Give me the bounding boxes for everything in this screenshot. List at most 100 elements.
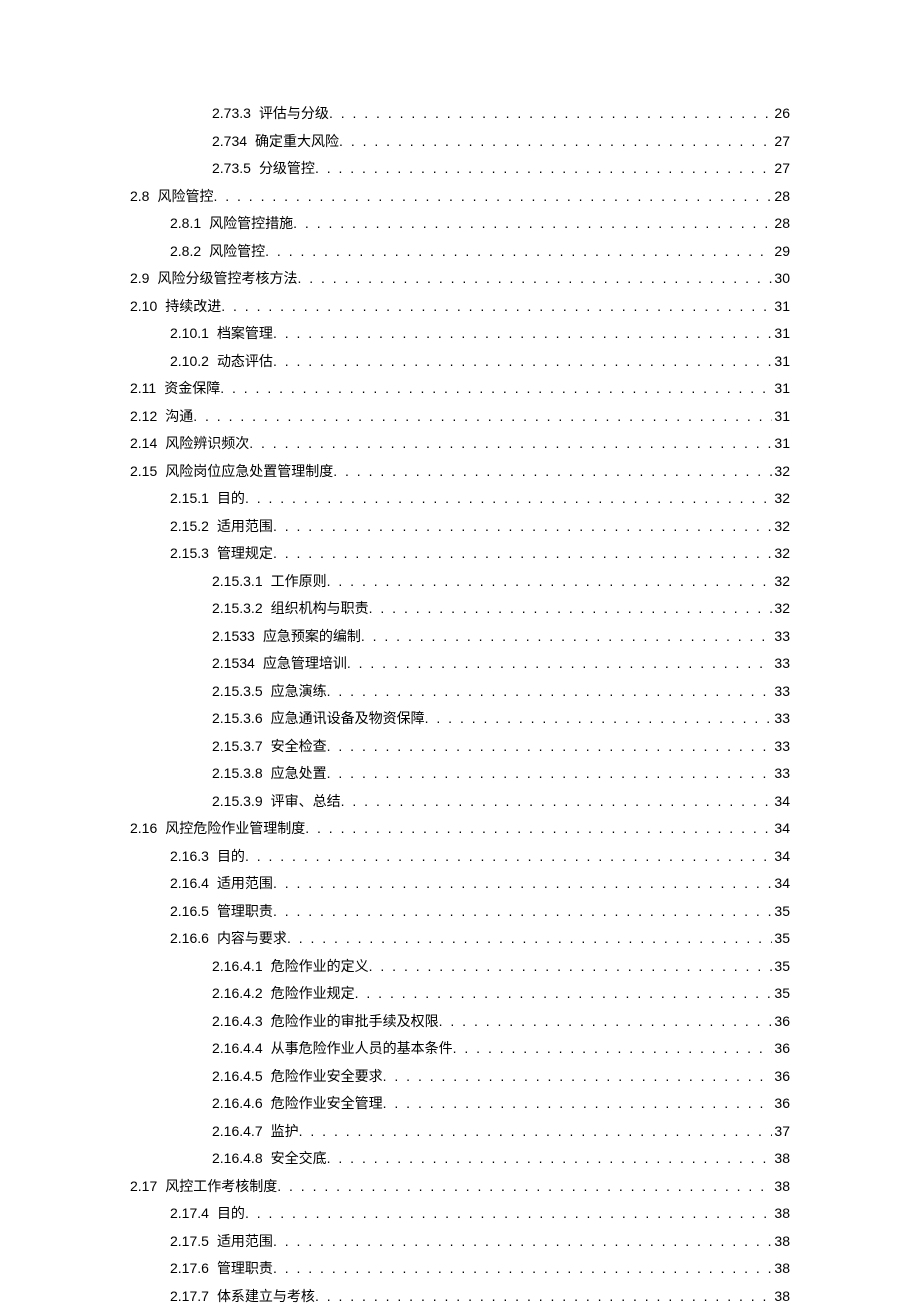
- toc-entry-title: 目的: [217, 843, 245, 871]
- toc-entry[interactable]: 2.1533应急预案的编制. . . . . . . . . . . . . .…: [212, 623, 790, 651]
- toc-entry[interactable]: 2.16.4.4从事危险作业人员的基本条件. . . . . . . . . .…: [212, 1035, 790, 1063]
- toc-entry[interactable]: 2.15.3.8应急处置. . . . . . . . . . . . . . …: [212, 760, 790, 788]
- toc-entry[interactable]: 2.10.1档案管理. . . . . . . . . . . . . . . …: [170, 320, 790, 348]
- toc-entry[interactable]: 2.1534 应急管理培训. . . . . . . . . . . . . . …: [212, 650, 790, 678]
- toc-entry[interactable]: 2.16.4.8安全交底. . . . . . . . . . . . . . …: [212, 1145, 790, 1173]
- toc-entry-title: 资金保障: [164, 375, 220, 403]
- toc-entry[interactable]: 2.17.7体系建立与考核. . . . . . . . . . . . . .…: [170, 1283, 790, 1310]
- toc-entry[interactable]: 2.16.6内容与要求. . . . . . . . . . . . . . .…: [170, 925, 790, 953]
- toc-entry[interactable]: 2.15.3.9评审、总结. . . . . . . . . . . . . .…: [212, 788, 790, 816]
- toc-entry-number: 2.1534: [212, 650, 255, 678]
- toc-leader-dots: . . . . . . . . . . . . . . . . . . . . …: [327, 1145, 773, 1173]
- toc-leader-dots: . . . . . . . . . . . . . . . . . . . . …: [329, 100, 772, 128]
- toc-leader-dots: . . . . . . . . . . . . . . . . . . . . …: [439, 1008, 773, 1036]
- toc-entry[interactable]: 2.16.4.2危险作业规定. . . . . . . . . . . . . …: [212, 980, 790, 1008]
- toc-entry-number: 2.15.3.6: [212, 705, 263, 733]
- toc-entry[interactable]: 2.17.6管理职责. . . . . . . . . . . . . . . …: [170, 1255, 790, 1283]
- toc-entry[interactable]: 2.15.2适用范围. . . . . . . . . . . . . . . …: [170, 513, 790, 541]
- toc-entry-page: 27: [772, 128, 790, 156]
- toc-leader-dots: . . . . . . . . . . . . . . . . . . . . …: [221, 293, 772, 321]
- toc-entry[interactable]: 2.17风控工作考核制度. . . . . . . . . . . . . . …: [130, 1173, 790, 1201]
- toc-entry[interactable]: 2.15.3管理规定. . . . . . . . . . . . . . . …: [170, 540, 790, 568]
- toc-entry[interactable]: 2.16.4.3危险作业的审批手续及权限. . . . . . . . . . …: [212, 1008, 790, 1036]
- toc-entry-title: 动态评估: [217, 348, 273, 376]
- toc-entry-number: 2.15.3.9: [212, 788, 263, 816]
- toc-entry-title: 确定重大风险: [255, 128, 339, 156]
- toc-leader-dots: . . . . . . . . . . . . . . . . . . . . …: [213, 183, 772, 211]
- toc-entry[interactable]: 2.15.3.5应急演练. . . . . . . . . . . . . . …: [212, 678, 790, 706]
- toc-leader-dots: . . . . . . . . . . . . . . . . . . . . …: [245, 843, 772, 871]
- toc-leader-dots: . . . . . . . . . . . . . . . . . . . . …: [327, 568, 773, 596]
- toc-entry-title: 监护: [271, 1118, 299, 1146]
- toc-entry[interactable]: 2.17.4目的. . . . . . . . . . . . . . . . …: [170, 1200, 790, 1228]
- toc-entry[interactable]: 2.15风险岗位应急处置管理制度. . . . . . . . . . . . …: [130, 458, 790, 486]
- toc-entry-number: 2.16.4: [170, 870, 209, 898]
- toc-entry[interactable]: 2.10持续改进. . . . . . . . . . . . . . . . …: [130, 293, 790, 321]
- toc-entry[interactable]: 2.16.4.6 危险作业安全管理. . . . . . . . . . . . …: [212, 1090, 790, 1118]
- toc-leader-dots: . . . . . . . . . . . . . . . . . . . . …: [299, 1118, 773, 1146]
- toc-entry[interactable]: 2.9风险分级管控考核方法. . . . . . . . . . . . . .…: [130, 265, 790, 293]
- toc-entry-title: 管理职责: [217, 1255, 273, 1283]
- toc-entry-number: 2.16.4.6: [212, 1090, 263, 1118]
- toc-entry-number: 2.9: [130, 265, 149, 293]
- toc-leader-dots: . . . . . . . . . . . . . . . . . . . . …: [273, 540, 772, 568]
- toc-leader-dots: . . . . . . . . . . . . . . . . . . . . …: [341, 788, 773, 816]
- toc-leader-dots: . . . . . . . . . . . . . . . . . . . . …: [265, 238, 772, 266]
- toc-entry-page: 31: [772, 320, 790, 348]
- toc-entry[interactable]: 2.11资金保障. . . . . . . . . . . . . . . . …: [130, 375, 790, 403]
- toc-entry-page: 31: [772, 403, 790, 431]
- toc-entry[interactable]: 2.8.2风险管控. . . . . . . . . . . . . . . .…: [170, 238, 790, 266]
- toc-entry-page: 33: [772, 678, 790, 706]
- toc-entry-number: 2.16.4.4: [212, 1035, 263, 1063]
- toc-entry-number: 2.16.4.7: [212, 1118, 263, 1146]
- toc-entry-page: 27: [772, 155, 790, 183]
- toc-leader-dots: . . . . . . . . . . . . . . . . . . . . …: [327, 733, 773, 761]
- toc-entry-page: 35: [772, 925, 790, 953]
- toc-entry[interactable]: 2.734确定重大风险. . . . . . . . . . . . . . .…: [212, 128, 790, 156]
- toc-entry[interactable]: 2.14风险辨识频次. . . . . . . . . . . . . . . …: [130, 430, 790, 458]
- toc-entry[interactable]: 2.8.1风险管控措施. . . . . . . . . . . . . . .…: [170, 210, 790, 238]
- toc-entry-title: 持续改进: [165, 293, 221, 321]
- toc-entry-number: 2.15.1: [170, 485, 209, 513]
- toc-entry-page: 28: [772, 210, 790, 238]
- toc-entry[interactable]: 2.73.5分级管控. . . . . . . . . . . . . . . …: [212, 155, 790, 183]
- toc-leader-dots: . . . . . . . . . . . . . . . . . . . . …: [425, 705, 773, 733]
- toc-entry-page: 28: [772, 183, 790, 211]
- toc-entry-number: 2.73.5: [212, 155, 251, 183]
- toc-entry[interactable]: 2.16.5管理职责. . . . . . . . . . . . . . . …: [170, 898, 790, 926]
- toc-entry[interactable]: 2.12沟通. . . . . . . . . . . . . . . . . …: [130, 403, 790, 431]
- toc-entry[interactable]: 2.8风险管控. . . . . . . . . . . . . . . . .…: [130, 183, 790, 211]
- toc-entry-title: 工作原则: [271, 568, 327, 596]
- toc-entry-page: 35: [772, 953, 790, 981]
- toc-entry[interactable]: 2.16.4适用范围. . . . . . . . . . . . . . . …: [170, 870, 790, 898]
- toc-entry[interactable]: 2.73.3评估与分级. . . . . . . . . . . . . . .…: [212, 100, 790, 128]
- toc-entry[interactable]: 2.10.2动态评估. . . . . . . . . . . . . . . …: [170, 348, 790, 376]
- toc-entry[interactable]: 2.16.4.1危险作业的定义. . . . . . . . . . . . .…: [212, 953, 790, 981]
- toc-entry[interactable]: 2.15.3.1工作原则. . . . . . . . . . . . . . …: [212, 568, 790, 596]
- toc-entry[interactable]: 2.16风控危险作业管理制度. . . . . . . . . . . . . …: [130, 815, 790, 843]
- toc-entry[interactable]: 2.16.3 目的. . . . . . . . . . . . . . . . …: [170, 843, 790, 871]
- toc-entry[interactable]: 2.15.3.6应急通讯设备及物资保障. . . . . . . . . . .…: [212, 705, 790, 733]
- toc-entry[interactable]: 2.16.4.7 监护. . . . . . . . . . . . . . . …: [212, 1118, 790, 1146]
- toc-entry[interactable]: 2.15.3.2组织机构与职责. . . . . . . . . . . . .…: [212, 595, 790, 623]
- toc-entry-title: 危险作业的审批手续及权限: [271, 1008, 439, 1036]
- toc-entry-number: 2.734: [212, 128, 247, 156]
- toc-leader-dots: . . . . . . . . . . . . . . . . . . . . …: [347, 650, 773, 678]
- toc-entry-page: 31: [772, 348, 790, 376]
- toc-entry[interactable]: 2.15.1目的. . . . . . . . . . . . . . . . …: [170, 485, 790, 513]
- toc-entry-title: 应急管理培训: [263, 650, 347, 678]
- toc-entry-number: 2.15.3: [170, 540, 209, 568]
- toc-entry[interactable]: 2.15.3.7安全检查. . . . . . . . . . . . . . …: [212, 733, 790, 761]
- toc-entry-page: 36: [772, 1035, 790, 1063]
- toc-entry-page: 31: [772, 375, 790, 403]
- toc-leader-dots: . . . . . . . . . . . . . . . . . . . . …: [327, 760, 773, 788]
- toc-entry-number: 2.10.2: [170, 348, 209, 376]
- toc-leader-dots: . . . . . . . . . . . . . . . . . . . . …: [383, 1090, 773, 1118]
- toc-entry[interactable]: 2.16.4.5危险作业安全要求. . . . . . . . . . . . …: [212, 1063, 790, 1091]
- toc-entry-title: 安全检查: [271, 733, 327, 761]
- toc-entry-number: 2.17.4: [170, 1200, 209, 1228]
- toc-entry-number: 2.16.3: [170, 843, 209, 871]
- toc-entry-title: 危险作业安全管理: [271, 1090, 383, 1118]
- toc-entry-page: 34: [772, 815, 790, 843]
- toc-entry[interactable]: 2.17.5适用范围. . . . . . . . . . . . . . . …: [170, 1228, 790, 1256]
